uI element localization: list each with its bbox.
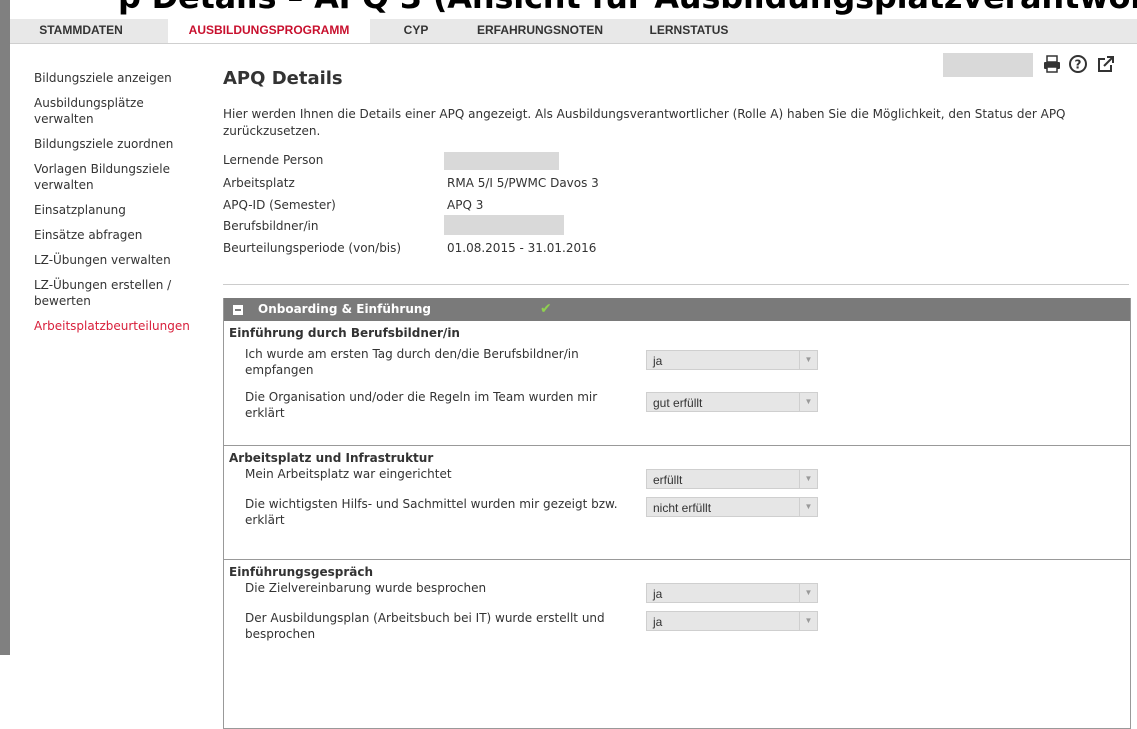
section-title: Einführungsgespräch: [229, 565, 374, 579]
checkmark-icon: ✔: [540, 301, 552, 317]
selected-value: nicht erfüllt: [653, 501, 712, 515]
selected-value: ja: [653, 354, 663, 368]
info-label: Lernende Person: [223, 153, 324, 167]
question-text: Die Organisation und/oder die Regeln im …: [245, 390, 598, 420]
collapse-icon[interactable]: [233, 305, 243, 315]
chevron-down-icon[interactable]: ▼: [799, 470, 817, 488]
answer-select[interactable]: ja ▼: [646, 350, 818, 370]
selected-value: ja: [653, 615, 663, 629]
section-title: Arbeitsplatz und Infrastruktur: [229, 451, 434, 465]
info-value: RMA 5/I 5/PWMC Davos 3: [447, 176, 599, 190]
answer-select[interactable]: ja ▼: [646, 611, 818, 631]
info-label: Arbeitsplatz: [223, 176, 295, 190]
tab-cyp[interactable]: CYP: [386, 19, 446, 43]
question-text: Der Ausbildungsplan (Arbeitsbuch bei IT)…: [245, 611, 605, 641]
top-heading-text: p Details – APQ 3 (Ansicht für Ausbildun…: [118, 0, 1137, 16]
redacted-value: [444, 152, 559, 170]
info-value: APQ 3: [447, 198, 484, 212]
answer-select[interactable]: gut erfüllt ▼: [646, 392, 818, 412]
sidebar-item-lz-uebungen-verwalten[interactable]: LZ-Übungen verwalten: [34, 252, 204, 268]
sidebar-item-ausbildungsplaetze-verwalten[interactable]: Ausbildungsplätze verwalten: [34, 95, 174, 127]
selected-value: erfüllt: [653, 473, 683, 487]
question-text: Die wichtigsten Hilfs- und Sachmittel wu…: [245, 497, 618, 527]
main-tab-bar: STAMMDATEN AUSBILDUNGSPROGRAMM CYP ERFAH…: [10, 19, 1137, 44]
intro-text: Hier werden Ihnen die Details einer APQ …: [223, 107, 1066, 138]
section-title: Einführung durch Berufsbildner/in: [229, 326, 460, 340]
chevron-down-icon[interactable]: ▼: [799, 498, 817, 516]
info-label: APQ-ID (Semester): [223, 198, 336, 212]
svg-text:?: ?: [1075, 58, 1082, 72]
info-value: 01.08.2015 - 31.01.2016: [447, 241, 597, 255]
question-text: Ich wurde am ersten Tag durch den/die Be…: [245, 347, 579, 377]
window-left-border: [0, 0, 10, 655]
answer-select[interactable]: ja ▼: [646, 583, 818, 603]
info-label: Berufsbildner/in: [223, 219, 319, 233]
sidebar-item-lz-uebungen-erstellen[interactable]: LZ-Übungen erstellen / bewerten: [34, 277, 184, 309]
answer-select[interactable]: nicht erfüllt ▼: [646, 497, 818, 517]
chevron-down-icon[interactable]: ▼: [799, 584, 817, 602]
tab-stammdaten[interactable]: STAMMDATEN: [10, 19, 152, 43]
redacted-user-box: [943, 53, 1033, 77]
redacted-value: [444, 215, 564, 235]
sidebar-item-bildungsziele-anzeigen[interactable]: Bildungsziele anzeigen: [34, 70, 204, 86]
sidebar-item-vorlagen-bildungsziele[interactable]: Vorlagen Bildungsziele verwalten: [34, 161, 184, 193]
section-einfuehrung: Einführung durch Berufsbildner/in Ich wu…: [224, 321, 1130, 445]
panel-title: Onboarding & Einführung: [258, 302, 432, 316]
question-text: Die Zielvereinbarung wurde besprochen: [245, 581, 487, 595]
selected-value: ja: [653, 587, 663, 601]
section-einfuehrungsgespraech: Einführungsgespräch Die Zielvereinbarung…: [224, 559, 1130, 680]
answer-select[interactable]: erfüllt ▼: [646, 469, 818, 489]
selected-value: gut erfüllt: [653, 396, 703, 410]
tab-erfahrungsnoten[interactable]: ERFAHRUNGSNOTEN: [462, 19, 618, 43]
chevron-down-icon[interactable]: ▼: [799, 351, 817, 369]
section-arbeitsplatz: Arbeitsplatz und Infrastruktur Mein Arbe…: [224, 445, 1130, 559]
sidebar-item-arbeitsplatzbeurteilungen[interactable]: Arbeitsplatzbeurteilungen: [34, 318, 204, 334]
sidebar-item-einsaetze-abfragen[interactable]: Einsätze abfragen: [34, 227, 204, 243]
chevron-down-icon[interactable]: ▼: [799, 393, 817, 411]
sidebar-item-bildungsziele-zuordnen[interactable]: Bildungsziele zuordnen: [34, 136, 204, 152]
help-icon[interactable]: ?: [1068, 54, 1088, 74]
print-icon[interactable]: [1042, 54, 1062, 74]
chevron-down-icon[interactable]: ▼: [799, 612, 817, 630]
sidebar-nav: Bildungsziele anzeigen Ausbildungsplätze…: [34, 70, 204, 343]
onboarding-panel: Onboarding & Einführung ✔ Einführung dur…: [223, 298, 1131, 729]
info-label: Beurteilungsperiode (von/bis): [223, 241, 402, 255]
page-title: APQ Details: [223, 68, 343, 89]
external-link-icon[interactable]: [1096, 54, 1116, 74]
sidebar-item-einsatzplanung[interactable]: Einsatzplanung: [34, 202, 204, 218]
question-text: Mein Arbeitsplatz war eingerichtet: [245, 467, 452, 481]
tab-lernstatus[interactable]: LERNSTATUS: [634, 19, 744, 43]
panel-header[interactable]: Onboarding & Einführung ✔: [224, 298, 1130, 321]
tab-ausbildungsprogramm[interactable]: AUSBILDUNGSPROGRAMM: [168, 19, 370, 43]
divider: [223, 284, 1129, 285]
